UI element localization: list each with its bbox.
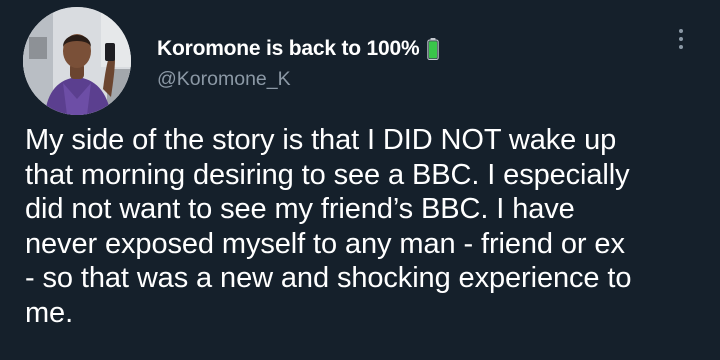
tweet-text-line: did not want to see my friend’s BBC. I h… xyxy=(25,193,575,225)
avatar-photo xyxy=(23,7,131,115)
tweet-card: Koromone is back to 100% @Koromone_K My … xyxy=(0,0,720,360)
battery-icon xyxy=(427,38,440,60)
user-handle[interactable]: @Koromone_K xyxy=(157,68,291,91)
avatar[interactable] xyxy=(23,7,131,115)
more-vertical-icon xyxy=(679,45,683,49)
tweet-text-line: My side of the story is that I DID NOT w… xyxy=(25,124,617,156)
tweet-text: My side of the story is that I DID NOT w… xyxy=(25,123,715,330)
name-row: Koromone is back to 100% xyxy=(157,34,440,64)
display-name[interactable]: Koromone is back to 100% xyxy=(157,37,420,61)
more-vertical-icon xyxy=(679,29,683,33)
tweet-text-line: me. xyxy=(25,296,74,329)
tweet-text-line: never exposed myself to any man - friend… xyxy=(25,227,625,260)
more-vertical-icon xyxy=(679,37,683,41)
tweet-text-line: that morning desiring to see a BBC. I es… xyxy=(25,158,630,191)
tweet-text-line: - so that was a new and shocking experie… xyxy=(25,262,632,294)
more-options-button[interactable] xyxy=(666,24,696,54)
